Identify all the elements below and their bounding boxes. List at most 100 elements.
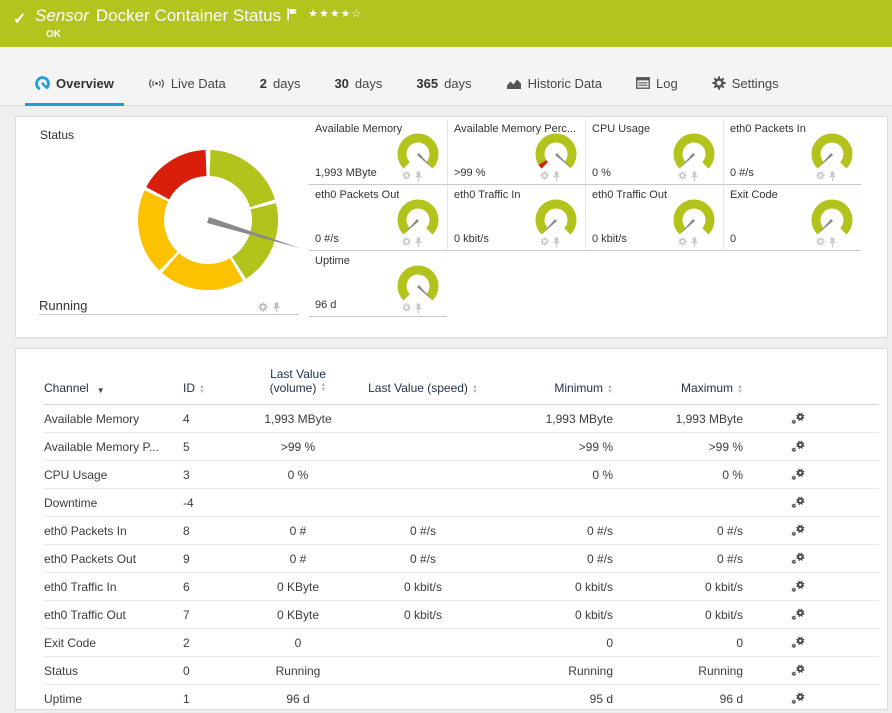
cell-minimum: 1,993 MByte	[503, 412, 623, 426]
gauge-value: 96 d	[315, 299, 336, 311]
pin-icon[interactable]	[272, 302, 281, 313]
cell-channel: eth0 Packets Out	[44, 552, 183, 566]
tab-label: Historic Data	[528, 76, 602, 91]
table-row: Uptime196 d95 d96 d	[44, 685, 879, 713]
gauge-value: 0 #/s	[315, 233, 339, 245]
cell-minimum: 0 kbit/s	[503, 608, 623, 622]
tab-historic-data[interactable]: Historic Data	[496, 61, 612, 105]
tab-number: 2	[260, 76, 267, 91]
gauge-cell: Uptime96 d	[309, 251, 447, 317]
gauge-icon	[35, 76, 50, 91]
cell-id: 9	[183, 552, 253, 566]
gear-icon[interactable]	[678, 171, 687, 182]
tab-number: 365	[416, 76, 438, 91]
gear-icon[interactable]	[258, 302, 268, 313]
status-overview-panel: Status Running Available Memory1,993 MBy…	[15, 116, 888, 338]
cell-id: 2	[183, 636, 253, 650]
column-header-last-value-volume[interactable]: Last Value(volume)▲▼	[253, 367, 343, 395]
priority-stars[interactable]: ★★★★☆	[308, 7, 362, 20]
edit-channel-icon[interactable]	[753, 495, 843, 510]
cell-id: 4	[183, 412, 253, 426]
cell-channel: CPU Usage	[44, 468, 183, 482]
gauge-value: 0	[730, 233, 736, 245]
cell-channel: Status	[44, 664, 183, 678]
gauge-label: CPU Usage	[592, 123, 650, 135]
edit-channel-icon[interactable]	[753, 467, 843, 482]
gear-icon[interactable]	[816, 171, 825, 182]
cell-id: 8	[183, 524, 253, 538]
edit-channel-icon[interactable]	[753, 691, 843, 706]
edit-channel-icon[interactable]	[753, 439, 843, 454]
cell-maximum: 0 %	[623, 468, 753, 482]
tab-label: days	[444, 76, 471, 91]
object-type-label: Sensor	[35, 6, 89, 26]
gear-icon[interactable]	[816, 237, 825, 248]
divider	[39, 314, 299, 315]
gauge-cell: eth0 Traffic In0 kbit/s	[447, 185, 585, 251]
gauge-label: Exit Code	[730, 189, 778, 201]
edit-channel-icon[interactable]	[753, 411, 843, 426]
cell-minimum: 0 #/s	[503, 524, 623, 538]
cell-channel: Uptime	[44, 692, 183, 706]
cell-last-value-speed: 0 #/s	[343, 524, 503, 538]
cell-id: 5	[183, 440, 253, 454]
cell-last-value-volume: Running	[253, 664, 343, 678]
gear-icon[interactable]	[540, 171, 549, 182]
column-header-id[interactable]: ID ▲▼	[183, 381, 253, 395]
tab-365-days[interactable]: 365 days	[406, 61, 481, 105]
gear-icon[interactable]	[402, 303, 411, 314]
pin-icon[interactable]	[828, 171, 837, 182]
tab-2-days[interactable]: 2 days	[250, 61, 311, 105]
channels-table-panel: Channel▼ ID ▲▼ Last Value(volume)▲▼ Last…	[15, 348, 888, 710]
cell-last-value-volume: 0 KByte	[253, 608, 343, 622]
pin-icon[interactable]	[414, 237, 423, 248]
cell-id: 3	[183, 468, 253, 482]
cell-channel: Downtime	[44, 496, 183, 510]
gauge-cell: Available Memory1,993 MByte	[309, 119, 447, 185]
edit-channel-icon[interactable]	[753, 663, 843, 678]
table-row: Downtime-4	[44, 489, 879, 517]
cell-last-value-volume: 0 %	[253, 468, 343, 482]
column-header-maximum[interactable]: Maximum ▲▼	[623, 381, 753, 395]
pin-icon[interactable]	[552, 237, 561, 248]
column-header-last-value-speed[interactable]: Last Value (speed) ▲▼	[343, 381, 503, 395]
tab-settings[interactable]: Settings	[702, 61, 789, 105]
sensor-header: ✓ Sensor Docker Container Status ★★★★☆ O…	[0, 0, 892, 47]
gear-icon[interactable]	[678, 237, 687, 248]
pin-icon[interactable]	[414, 171, 423, 182]
gauge-label: Available Memory	[315, 123, 402, 135]
pin-icon[interactable]	[690, 237, 699, 248]
gear-icon[interactable]	[402, 171, 411, 182]
cell-id: -4	[183, 496, 253, 510]
tab-label: days	[355, 76, 382, 91]
flag-icon[interactable]	[287, 8, 298, 26]
tab-label: Log	[656, 76, 678, 91]
edit-channel-icon[interactable]	[753, 523, 843, 538]
edit-channel-icon[interactable]	[753, 635, 843, 650]
table-row: eth0 Traffic Out70 KByte0 kbit/s0 kbit/s…	[44, 601, 879, 629]
column-header-minimum[interactable]: Minimum ▲▼	[503, 381, 623, 395]
tab-overview[interactable]: Overview	[25, 61, 124, 105]
cell-channel: Available Memory	[44, 412, 183, 426]
pin-icon[interactable]	[552, 171, 561, 182]
gear-icon[interactable]	[540, 237, 549, 248]
edit-channel-icon[interactable]	[753, 579, 843, 594]
tab-log[interactable]: Log	[626, 61, 688, 105]
column-header-channel[interactable]: Channel▼	[44, 381, 183, 395]
cell-last-value-speed: 0 #/s	[343, 552, 503, 566]
cell-maximum: >99 %	[623, 440, 753, 454]
tab-30-days[interactable]: 30 days	[324, 61, 392, 105]
edit-channel-icon[interactable]	[753, 607, 843, 622]
cell-minimum: Running	[503, 664, 623, 678]
pin-icon[interactable]	[690, 171, 699, 182]
edit-channel-icon[interactable]	[753, 551, 843, 566]
cell-maximum: Running	[623, 664, 753, 678]
cell-last-value-volume: 96 d	[253, 692, 343, 706]
table-body: Available Memory41,993 MByte1,993 MByte1…	[16, 405, 887, 713]
tab-live-data[interactable]: Live Data	[138, 61, 236, 105]
cell-channel: eth0 Packets In	[44, 524, 183, 538]
pin-icon[interactable]	[828, 237, 837, 248]
sort-icon: ▲▼	[737, 385, 743, 395]
gear-icon[interactable]	[402, 237, 411, 248]
pin-icon[interactable]	[414, 303, 423, 314]
